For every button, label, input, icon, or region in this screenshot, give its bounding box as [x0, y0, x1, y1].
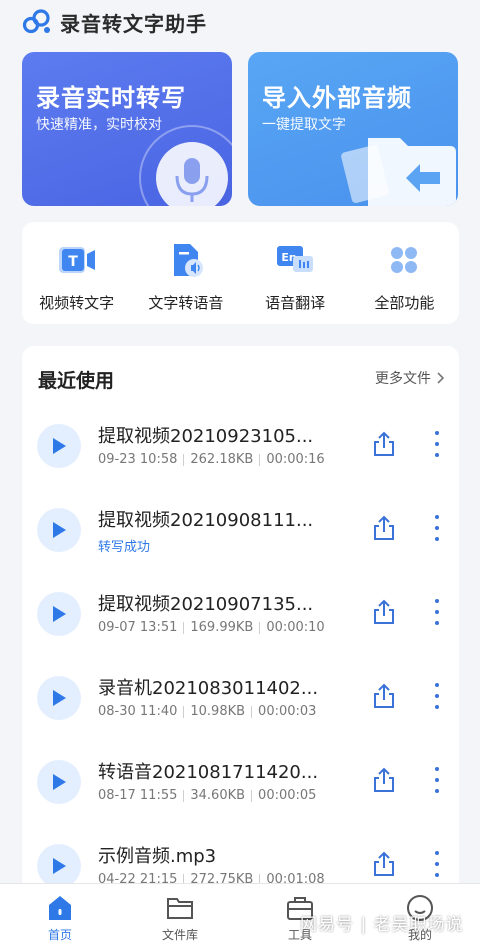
chevron-right-icon [437, 372, 445, 384]
play-button[interactable] [37, 592, 81, 636]
file-date: 09-07 13:51 [98, 620, 178, 635]
file-duration: 00:00:16 [266, 452, 325, 467]
microphone-icon [139, 125, 232, 206]
list-item[interactable]: 提取视频20210908111... 转写成功 [22, 490, 459, 574]
folder-icon [167, 898, 193, 919]
all-features-icon [391, 247, 418, 273]
svg-text:T: T [68, 254, 78, 270]
file-date: 08-17 11:55 [98, 788, 178, 803]
video-to-text-icon: T [58, 247, 95, 273]
play-button[interactable] [37, 508, 81, 552]
file-duration: 00:00:05 [258, 788, 317, 803]
play-icon [53, 690, 66, 706]
recent-files-panel: 最近使用 更多文件 提取视频20210923105... 09-23 10:58… [22, 346, 459, 906]
file-size: 34.60KB [190, 788, 246, 803]
home-icon [49, 896, 71, 920]
file-meta: 08-30 11:40 10.98KB 00:00:03 [98, 704, 316, 719]
file-duration: 00:00:10 [266, 620, 325, 635]
file-name: 录音机2021083011402... [98, 678, 319, 699]
file-duration: 00:00:03 [258, 704, 317, 719]
quick-action-label: 文字转语音 [148, 294, 224, 312]
file-name: 转语音2021081711420... [98, 762, 319, 783]
file-date: 08-30 11:40 [98, 704, 178, 719]
file-meta: 09-23 10:58 262.18KB 00:00:16 [98, 452, 325, 467]
share-icon[interactable] [371, 766, 397, 794]
more-options-button[interactable] [431, 428, 443, 460]
file-meta: 08-17 11:55 34.60KB 00:00:05 [98, 788, 316, 803]
play-button[interactable] [37, 760, 81, 804]
nav-label: 首页 [47, 928, 72, 942]
quick-action-label: 语音翻译 [265, 294, 326, 312]
file-date: 09-23 10:58 [98, 452, 178, 467]
record-card-title: 录音实时转写 [36, 84, 186, 112]
file-size: 169.99KB [190, 620, 254, 635]
share-icon[interactable] [371, 514, 397, 542]
file-size: 10.98KB [190, 704, 246, 719]
nav-file-library[interactable]: 文件库 [120, 884, 240, 947]
quick-action-label: 全部功能 [374, 294, 435, 312]
play-button[interactable] [37, 424, 81, 468]
import-card-title: 导入外部音频 [262, 84, 412, 112]
file-name: 提取视频20210908111... [98, 510, 314, 531]
nav-label: 文件库 [161, 928, 198, 942]
quick-action-text-to-speech[interactable]: 文字转语音 [131, 222, 240, 324]
more-options-button[interactable] [431, 596, 443, 628]
list-item[interactable]: 录音机2021083011402... 08-30 11:40 10.98KB … [22, 658, 459, 742]
nav-home[interactable]: 首页 [0, 884, 120, 947]
voice-translate-icon: En [277, 246, 314, 272]
play-icon [53, 438, 66, 454]
play-icon [53, 522, 66, 538]
list-item[interactable]: 转语音2021081711420... 08-17 11:55 34.60KB … [22, 742, 459, 826]
file-name: 提取视频20210907135... [98, 594, 314, 615]
recent-title: 最近使用 [38, 370, 115, 392]
quick-action-label: 视频转文字 [39, 294, 115, 312]
list-item[interactable]: 提取视频20210923105... 09-23 10:58 262.18KB … [22, 406, 459, 490]
file-name: 提取视频20210923105... [98, 426, 314, 447]
quick-action-video-to-text[interactable]: T 视频转文字 [22, 222, 131, 324]
transcribe-status: 转写成功 [98, 540, 151, 555]
share-icon[interactable] [371, 598, 397, 626]
share-icon[interactable] [371, 682, 397, 710]
play-icon [53, 606, 66, 622]
quick-action-voice-translate[interactable]: En 语音翻译 [241, 222, 350, 324]
play-button[interactable] [37, 676, 81, 720]
app-header: 录音转文字助手 [0, 0, 480, 44]
file-meta: 09-07 13:51 169.99KB 00:00:10 [98, 620, 325, 635]
watermark: 网易号 | 老吴职场说 [300, 915, 464, 935]
more-options-button[interactable] [431, 764, 443, 796]
play-icon [53, 774, 66, 790]
share-icon[interactable] [371, 850, 397, 878]
more-files-link[interactable]: 更多文件 [375, 368, 445, 388]
text-to-speech-icon [173, 244, 203, 277]
recent-header: 最近使用 更多文件 [22, 346, 459, 406]
quick-actions-panel: T 视频转文字 文字转语音 En 语音翻译 全部功能 [22, 222, 459, 324]
app-logo-icon [22, 9, 50, 34]
folder-import-icon [341, 138, 456, 206]
more-options-button[interactable] [431, 512, 443, 544]
quick-action-all-features[interactable]: 全部功能 [350, 222, 459, 324]
play-icon [53, 858, 66, 874]
record-realtime-card[interactable]: 录音实时转写 快速精准，实时校对 [22, 52, 232, 206]
share-icon[interactable] [371, 430, 397, 458]
file-name: 示例音频.mp3 [98, 846, 217, 867]
file-size: 262.18KB [190, 452, 254, 467]
more-options-button[interactable] [431, 848, 443, 880]
list-item[interactable]: 提取视频20210907135... 09-07 13:51 169.99KB … [22, 574, 459, 658]
import-audio-card[interactable]: 导入外部音频 一键提取文字 [248, 52, 458, 206]
play-button[interactable] [37, 844, 81, 888]
more-options-button[interactable] [431, 680, 443, 712]
app-title: 录音转文字助手 [60, 11, 207, 36]
more-files-label: 更多文件 [375, 371, 431, 387]
